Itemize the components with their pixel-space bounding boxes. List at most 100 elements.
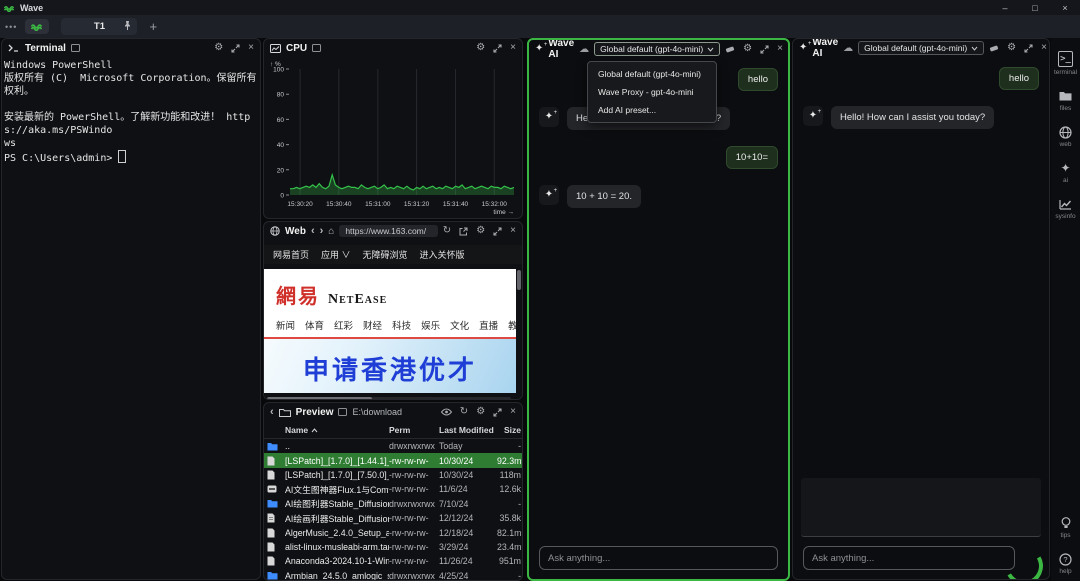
add-tab-button[interactable]: +: [149, 20, 157, 33]
url-input[interactable]: https://www.163.com/: [339, 225, 438, 237]
sidebar-top-group: >_ terminal files web ✦ ai sysinfo: [1054, 38, 1077, 220]
site-nav-link[interactable]: 文化: [450, 318, 469, 332]
chat-input[interactable]: [803, 546, 1015, 570]
site-nav-link[interactable]: 财经: [363, 318, 382, 332]
file-perm: -rw-rw-rw-: [389, 455, 429, 466]
back-icon[interactable]: ‹: [270, 406, 274, 418]
chevron-down-icon: [707, 47, 714, 52]
table-row[interactable]: AI文生图神器Flux.1与ComfyUI... -rw-rw-rw- 11/6…: [264, 482, 522, 496]
sidebar-item-web[interactable]: web: [1059, 125, 1072, 148]
magnify-icon[interactable]: [760, 44, 769, 54]
magnify-icon[interactable]: [493, 43, 502, 53]
close-icon[interactable]: ×: [510, 407, 516, 417]
waveai-header[interactable]: ✦ + Wave AI ☁ Global default (gpt-4o-mini…: [529, 38, 788, 60]
magnify-icon[interactable]: [493, 407, 502, 417]
waveai-header[interactable]: ✦ + Wave AI ☁ Global default (gpt-4o-mini…: [793, 39, 1049, 59]
file-size: 82.1m: [497, 527, 522, 538]
magnify-icon[interactable]: [231, 43, 240, 53]
site-nav-link[interactable]: 红彩: [334, 318, 353, 332]
terminal-header[interactable]: Terminal ⚙ ×: [2, 39, 260, 57]
sidebar-item-tips[interactable]: tips: [1060, 516, 1071, 539]
sidebar-item-terminal[interactable]: >_ terminal: [1054, 51, 1077, 76]
home-icon[interactable]: ⌂: [328, 226, 334, 237]
close-window-button[interactable]: ×: [1050, 0, 1080, 15]
gear-icon[interactable]: ⚙: [476, 43, 485, 53]
column-name[interactable]: Name: [285, 425, 389, 435]
table-row[interactable]: Anaconda3-2024.10-1-Wind... -rw-rw-rw- 1…: [264, 554, 522, 568]
cpu-header[interactable]: CPU ⚙ ×: [264, 39, 522, 57]
sidebar-item-sysinfo[interactable]: sysinfo: [1055, 197, 1076, 220]
column-size[interactable]: Size: [497, 425, 521, 435]
web-header[interactable]: Web ‹ › ⌂ https://www.163.com/ ↻ ⚙ ×: [264, 222, 522, 240]
topnav-link[interactable]: 无障碍浏览: [363, 248, 408, 261]
pin-icon[interactable]: [123, 20, 132, 31]
chat-input[interactable]: [539, 546, 778, 570]
table-row[interactable]: AI绘图利器Stable_Diffusion如... drwxrwxrwx 7/…: [264, 497, 522, 511]
close-icon[interactable]: ×: [777, 44, 783, 54]
close-icon[interactable]: ×: [1041, 43, 1047, 53]
forward-icon[interactable]: ›: [320, 225, 324, 237]
sidebar-item-files[interactable]: files: [1059, 89, 1072, 112]
site-nav-link[interactable]: 新闻: [276, 318, 295, 332]
preview-title: Preview: [295, 406, 334, 418]
table-row[interactable]: [LSPatch]_[1.7.0]_[7.50.0]_哔... -rw-rw-r…: [264, 468, 522, 482]
topnav-link[interactable]: 网易首页: [273, 248, 309, 261]
menu-item[interactable]: Add AI preset...: [588, 101, 716, 119]
gear-icon[interactable]: ⚙: [1007, 43, 1016, 53]
model-select[interactable]: Global default (gpt-4o-mini): [858, 41, 985, 55]
model-select[interactable]: Global default (gpt-4o-mini): [594, 42, 721, 56]
close-icon[interactable]: ×: [510, 43, 516, 53]
column-perm[interactable]: Perm: [389, 425, 439, 435]
eye-icon[interactable]: [440, 408, 452, 416]
refresh-icon[interactable]: ↻: [443, 226, 451, 236]
close-icon[interactable]: ×: [510, 226, 516, 236]
gear-icon[interactable]: ⚙: [743, 44, 752, 54]
terminal-prompt[interactable]: PS C:\Users\admin>: [2, 150, 260, 165]
magnify-icon[interactable]: [493, 226, 502, 236]
current-path[interactable]: E:\download: [352, 407, 402, 417]
topnav-link[interactable]: 应用 ∨: [321, 248, 351, 261]
close-icon[interactable]: ×: [248, 43, 254, 53]
terminal-output[interactable]: Windows PowerShell 版权所有 (C) Microsoft Co…: [2, 57, 260, 150]
ai-avatar: ✦ +: [803, 106, 823, 126]
site-nav-link[interactable]: 体育: [305, 318, 324, 332]
menu-item[interactable]: Wave Proxy - gpt-4o-mini: [588, 83, 716, 101]
waveai-title: Wave AI: [548, 38, 575, 60]
cpu-chart: 15:30:20 15:30:40 15:31:00 15:31:20 15:31:40…: [264, 57, 522, 217]
site-banner[interactable]: 申请香港优才: [264, 339, 516, 393]
clear-chat-icon[interactable]: [725, 45, 735, 54]
site-nav-link[interactable]: 科技: [392, 318, 411, 332]
table-row[interactable]: alist-linux-musleabi-arm.tar.gz -rw-rw-r…: [264, 540, 522, 554]
sidebar-item-help[interactable]: ? help: [1059, 552, 1072, 575]
table-row[interactable]: [LSPatch]_[1.7.0]_[1.44.1]_哔... -rw-rw-r…: [264, 453, 522, 468]
horizontal-scrollbar[interactable]: [267, 397, 511, 399]
back-icon[interactable]: ‹: [311, 225, 315, 237]
table-row[interactable]: AlgerMusic_2.4.0_Setup_ar... -rw-rw-rw- …: [264, 525, 522, 539]
menu-item[interactable]: Global default (gpt-4o-mini): [588, 65, 716, 83]
site-nav-link[interactable]: 直播: [479, 318, 498, 332]
tab-t1[interactable]: T1: [61, 18, 138, 35]
gear-icon[interactable]: ⚙: [476, 407, 485, 417]
vertical-scrollbar[interactable]: [517, 270, 521, 398]
sidebar-item-ai[interactable]: ✦ ai: [1060, 161, 1070, 184]
open-external-icon[interactable]: [459, 227, 468, 236]
site-nav-link[interactable]: 教育: [508, 318, 516, 332]
maximize-button[interactable]: □: [1020, 0, 1050, 15]
file-perm: drwxrwxrwx: [389, 498, 435, 509]
magnify-icon[interactable]: [1024, 43, 1033, 53]
gear-icon[interactable]: ⚙: [476, 226, 485, 236]
topnav-link[interactable]: 进入关怀版: [420, 248, 465, 261]
column-modified[interactable]: Last Modified: [439, 425, 497, 435]
table-row[interactable]: .. drwxrwxrwx Today -: [264, 439, 522, 453]
refresh-icon[interactable]: ↻: [460, 407, 468, 417]
table-row[interactable]: Armbian_24.5.0_amlogic_s9... drwxrwxrwx …: [264, 569, 522, 580]
file-modified: 12/12/24: [439, 513, 474, 524]
wave-home-button[interactable]: [25, 19, 50, 34]
workspace-menu-button[interactable]: •••: [5, 22, 17, 32]
gear-icon[interactable]: ⚙: [214, 43, 223, 53]
minimize-button[interactable]: –: [990, 0, 1020, 15]
site-nav-link[interactable]: 娱乐: [421, 318, 440, 332]
preview-header[interactable]: ‹ Preview E:\download ↻ ⚙ ×: [264, 403, 522, 421]
table-row[interactable]: AI绘画利器Stable_Diffusion本... -rw-rw-rw- 12…: [264, 511, 522, 525]
clear-chat-icon[interactable]: [989, 44, 999, 53]
